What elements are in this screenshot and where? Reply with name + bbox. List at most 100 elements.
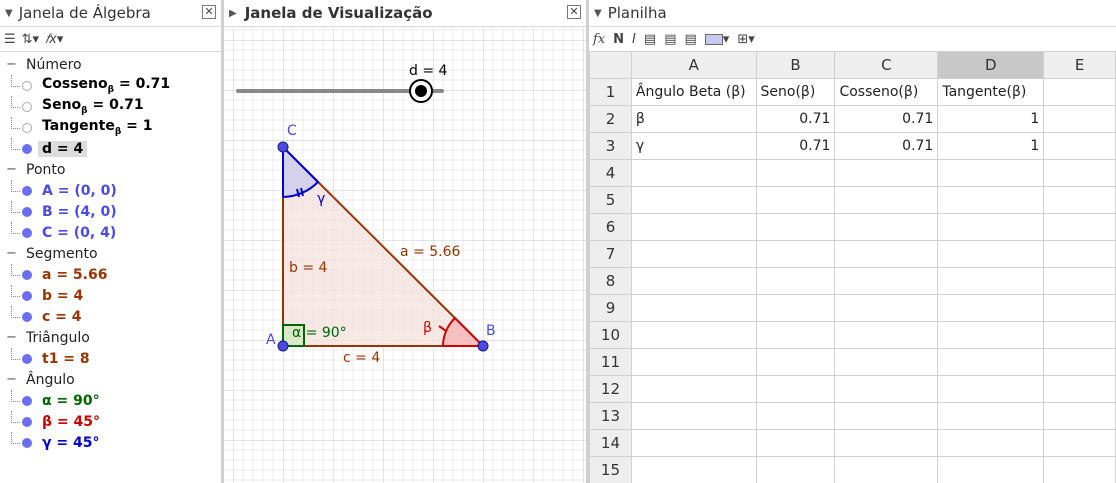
align-left-icon[interactable]: ▤: [644, 32, 656, 47]
sheet-cell[interactable]: [834, 456, 939, 483]
row-header[interactable]: 4: [589, 159, 632, 187]
sheet-cell[interactable]: [1043, 267, 1116, 295]
sort-by-icon[interactable]: ⇅▾: [22, 32, 39, 47]
sheet-cell[interactable]: [834, 159, 939, 187]
auxiliary-objects-icon[interactable]: ☰: [4, 32, 16, 47]
sheet-cell[interactable]: [937, 240, 1045, 268]
visibility-on-icon[interactable]: [22, 311, 32, 322]
column-header[interactable]: D: [937, 51, 1045, 79]
sheet-cell[interactable]: [755, 429, 836, 457]
visibility-off-icon[interactable]: [22, 101, 32, 112]
sheet-cell[interactable]: [755, 159, 836, 187]
sheet-cell[interactable]: 1: [937, 132, 1045, 160]
sheet-cell[interactable]: 0.71: [755, 105, 836, 133]
sheet-cell[interactable]: [834, 267, 939, 295]
graphics-titlebar[interactable]: ▶ Janela de Visualização ✕: [224, 0, 586, 27]
algebra-category[interactable]: − Ângulo: [0, 369, 221, 390]
visibility-on-icon[interactable]: [22, 143, 32, 154]
sheet-cell[interactable]: [630, 456, 757, 483]
sheet-cell[interactable]: β: [630, 105, 757, 133]
background-color-icon[interactable]: ▾: [704, 32, 729, 47]
sheet-cell[interactable]: [630, 159, 757, 187]
algebra-category[interactable]: − Ponto: [0, 159, 221, 180]
sheet-cell[interactable]: [937, 186, 1045, 214]
align-center-icon[interactable]: ▤: [664, 32, 676, 47]
sheet-cell[interactable]: [834, 375, 939, 403]
column-header[interactable]: C: [834, 51, 939, 79]
row-header[interactable]: 12: [589, 375, 632, 403]
sheet-cell[interactable]: [630, 186, 757, 214]
sheet-cell[interactable]: [834, 429, 939, 457]
sheet-cell[interactable]: [937, 456, 1045, 483]
sheet-cell[interactable]: Seno(β): [755, 78, 836, 106]
row-header[interactable]: 13: [589, 402, 632, 430]
sheet-cell[interactable]: Tangente(β): [937, 78, 1045, 106]
input-bar-toggle-icon[interactable]: fx: [593, 32, 605, 47]
sheet-cell[interactable]: [755, 321, 836, 349]
point-C[interactable]: [277, 141, 289, 153]
visibility-off-icon[interactable]: [22, 122, 32, 133]
algebra-item[interactable]: d = 4: [0, 138, 221, 159]
sheet-cell[interactable]: [630, 213, 757, 241]
visibility-on-icon[interactable]: [22, 395, 32, 406]
sheet-cell[interactable]: [755, 240, 836, 268]
row-header[interactable]: 10: [589, 321, 632, 349]
algebra-item[interactable]: c = 4: [0, 306, 221, 327]
sheet-cell[interactable]: [1043, 159, 1116, 187]
collapse-triangle-icon[interactable]: ▼: [5, 8, 13, 19]
column-header[interactable]: A: [630, 51, 757, 79]
row-header[interactable]: 6: [589, 213, 632, 241]
sheet-cell[interactable]: [755, 213, 836, 241]
sheet-cell[interactable]: [1043, 402, 1116, 430]
row-header[interactable]: 3: [589, 132, 632, 160]
spreadsheet-titlebar[interactable]: ▼ Planilha: [589, 0, 1116, 27]
sheet-cell[interactable]: [755, 375, 836, 403]
algebra-item[interactable]: γ = 45°: [0, 432, 221, 453]
bold-button[interactable]: N: [613, 32, 624, 47]
visibility-on-icon[interactable]: [22, 269, 32, 280]
sheet-cell[interactable]: [630, 240, 757, 268]
sheet-cell[interactable]: [630, 375, 757, 403]
sheet-cell[interactable]: [755, 456, 836, 483]
algebra-titlebar[interactable]: ▼ Janela de Álgebra ✕: [0, 0, 221, 27]
sheet-cell[interactable]: 1: [937, 105, 1045, 133]
sheet-cell[interactable]: [937, 429, 1045, 457]
graphics-canvas[interactable]: d = 4 A B C a = 5.66 b = 4 c = 4 α = 90°…: [224, 27, 586, 483]
sheet-cell[interactable]: [1043, 78, 1116, 106]
algebra-category[interactable]: − Triângulo: [0, 327, 221, 348]
sheet-cell[interactable]: [755, 348, 836, 376]
sheet-cell[interactable]: [630, 294, 757, 322]
sheet-cell[interactable]: [1043, 294, 1116, 322]
algebra-item[interactable]: A = (0, 0): [0, 180, 221, 201]
algebra-item[interactable]: Senoβ = 0.71: [0, 96, 221, 117]
sheet-cell[interactable]: γ: [630, 132, 757, 160]
sheet-cell[interactable]: [1043, 321, 1116, 349]
sheet-cell[interactable]: [834, 321, 939, 349]
visibility-off-icon[interactable]: [22, 80, 32, 91]
algebra-item[interactable]: t1 = 8: [0, 348, 221, 369]
sheet-cell[interactable]: [755, 186, 836, 214]
sheet-cell[interactable]: [834, 402, 939, 430]
italic-button[interactable]: I: [632, 32, 636, 47]
row-header[interactable]: 11: [589, 348, 632, 376]
sheet-cell[interactable]: [755, 402, 836, 430]
sheet-cell[interactable]: [937, 294, 1045, 322]
sheet-cell[interactable]: [1043, 132, 1116, 160]
row-header[interactable]: 7: [589, 240, 632, 268]
sheet-cell[interactable]: [630, 429, 757, 457]
sheet-cell[interactable]: Cosseno(β): [834, 78, 939, 106]
sheet-cell[interactable]: [1043, 375, 1116, 403]
sheet-cell[interactable]: [834, 213, 939, 241]
visibility-on-icon[interactable]: [22, 416, 32, 427]
visibility-on-icon[interactable]: [22, 353, 32, 364]
collapse-minus-icon[interactable]: −: [6, 57, 17, 72]
row-header[interactable]: 9: [589, 294, 632, 322]
sheet-cell[interactable]: [834, 294, 939, 322]
sheet-cell[interactable]: [937, 321, 1045, 349]
sheet-cell[interactable]: [1043, 105, 1116, 133]
row-header[interactable]: 15: [589, 456, 632, 483]
sheet-cell[interactable]: [937, 213, 1045, 241]
sheet-cell[interactable]: [1043, 240, 1116, 268]
row-header[interactable]: 2: [589, 105, 632, 133]
visibility-on-icon[interactable]: [22, 227, 32, 238]
